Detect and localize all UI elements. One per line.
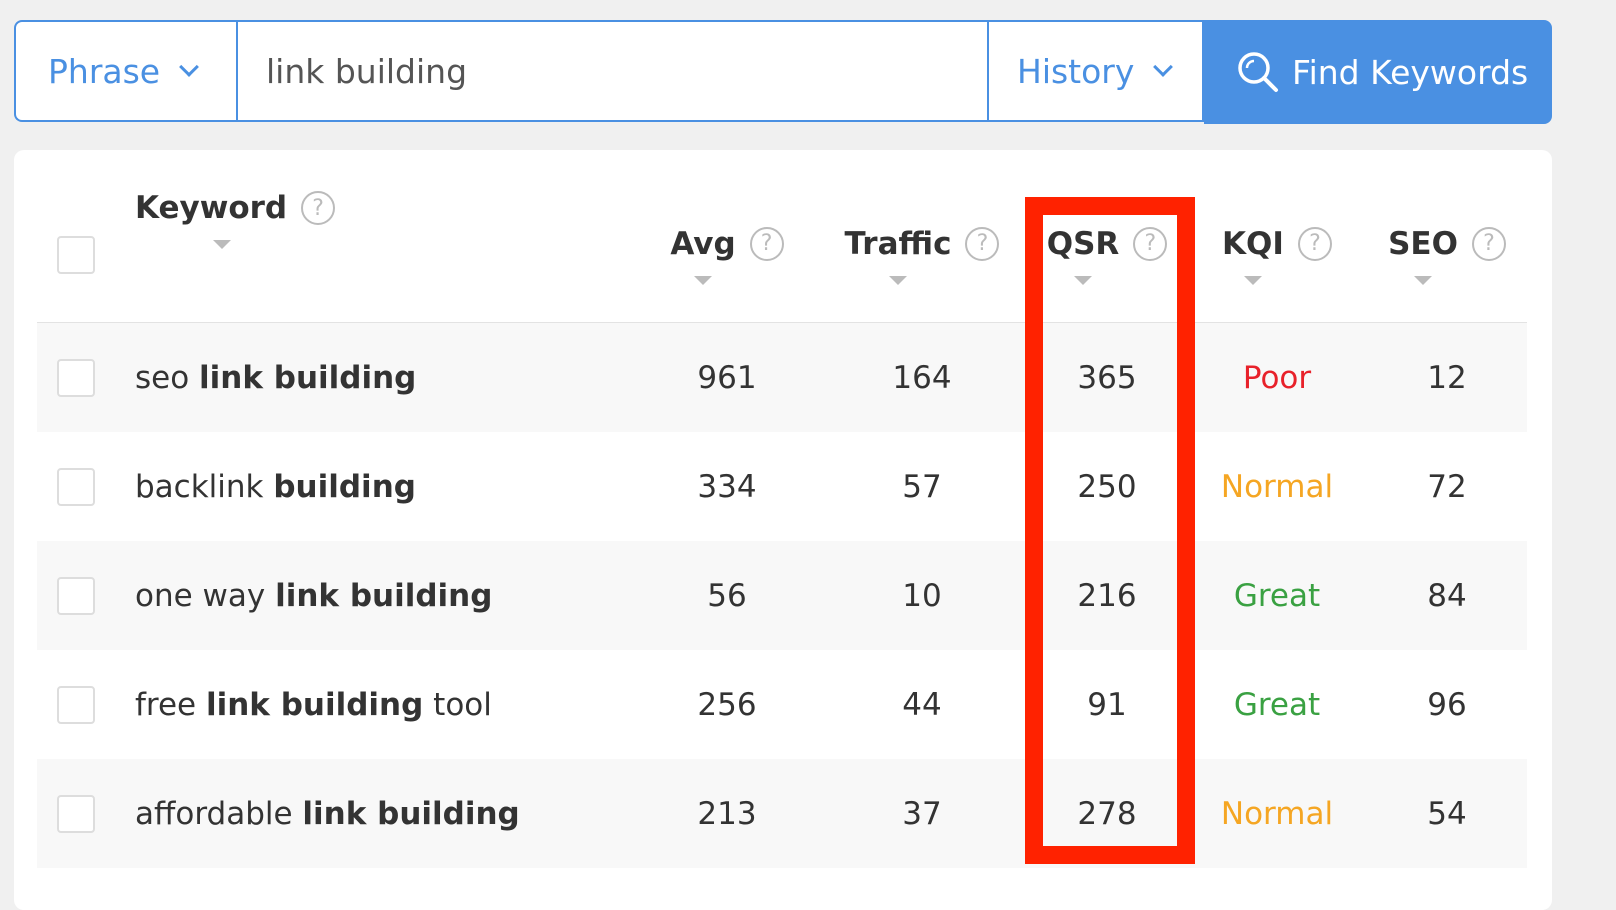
- table-row[interactable]: backlink building 334 57 250 Normal 72: [37, 432, 1527, 541]
- row-checkbox[interactable]: [57, 576, 95, 615]
- header-keyword-label: Keyword: [135, 190, 288, 226]
- help-icon[interactable]: ?: [1297, 226, 1332, 261]
- row-checkbox[interactable]: [57, 358, 95, 397]
- keyword-cell[interactable]: backlink building: [135, 432, 416, 541]
- kqi-cell: Normal: [1220, 468, 1334, 505]
- table-row[interactable]: seo link building 961 164 365 Poor 12: [37, 323, 1527, 432]
- history-label: History: [1017, 51, 1135, 91]
- kqi-cell: Great: [1233, 686, 1321, 723]
- keyword-match: link building: [275, 577, 493, 614]
- keyword-cell[interactable]: seo link building: [135, 323, 416, 432]
- header-keyword[interactable]: Keyword?: [135, 190, 336, 320]
- sort-icon[interactable]: [213, 240, 231, 249]
- keyword-cell[interactable]: one way link building: [135, 541, 492, 650]
- mode-label: Phrase: [48, 51, 161, 91]
- avg-cell: 56: [707, 577, 747, 614]
- sort-icon[interactable]: [1414, 275, 1432, 285]
- search-icon: [1238, 52, 1278, 92]
- avg-cell: 334: [697, 468, 757, 505]
- keyword-cell[interactable]: affordable link building: [135, 759, 520, 868]
- results-table: Keyword? Avg? Traffic? QSR? KQI? SEO? se…: [14, 150, 1552, 910]
- search-bar: Phrase History Find Keywords: [14, 20, 1552, 124]
- table-row[interactable]: free link building tool 256 44 91 Great …: [37, 650, 1527, 759]
- keyword-suffix: tool: [423, 686, 492, 723]
- table-row[interactable]: affordable link building 213 37 278 Norm…: [37, 759, 1527, 868]
- header-traffic[interactable]: Traffic?: [845, 190, 1000, 320]
- header-seo[interactable]: SEO?: [1377, 190, 1517, 320]
- keyword-prefix: seo: [135, 359, 200, 396]
- avg-cell: 256: [697, 686, 757, 723]
- qsr-highlight-box: [1025, 197, 1195, 864]
- traffic-cell: 37: [902, 795, 942, 832]
- row-checkbox[interactable]: [57, 794, 95, 833]
- help-icon[interactable]: ?: [301, 191, 336, 225]
- seo-cell: 12: [1427, 359, 1467, 396]
- keyword-match: link building: [205, 686, 424, 723]
- traffic-cell: 44: [902, 686, 942, 723]
- mode-dropdown[interactable]: Phrase: [14, 20, 236, 122]
- traffic-cell: 57: [902, 468, 942, 505]
- header-avg-label: Avg: [670, 225, 736, 262]
- chevron-down-icon: [179, 57, 200, 77]
- keyword-prefix: affordable: [135, 795, 303, 832]
- header-kqi-label: KQI: [1222, 225, 1284, 262]
- row-checkbox[interactable]: [57, 685, 95, 724]
- header-traffic-label: Traffic: [844, 225, 952, 262]
- seo-cell: 96: [1427, 686, 1467, 723]
- find-keywords-button[interactable]: Find Keywords: [1204, 20, 1552, 124]
- seo-cell: 84: [1427, 577, 1467, 614]
- table-row[interactable]: one way link building 56 10 216 Great 84: [37, 541, 1527, 650]
- keyword-match: link building: [199, 359, 417, 396]
- seo-cell: 54: [1427, 795, 1467, 832]
- keyword-prefix: free: [135, 686, 206, 723]
- sort-icon[interactable]: [1244, 275, 1262, 285]
- history-dropdown[interactable]: History: [989, 20, 1204, 122]
- help-icon[interactable]: ?: [1471, 226, 1506, 261]
- avg-cell: 213: [697, 795, 757, 832]
- sort-icon[interactable]: [889, 275, 907, 285]
- header-avg[interactable]: Avg?: [657, 190, 797, 320]
- keyword-search-input[interactable]: [236, 20, 989, 122]
- header-kqi[interactable]: KQI?: [1207, 190, 1347, 320]
- row-checkbox[interactable]: [57, 467, 95, 506]
- traffic-cell: 164: [892, 359, 952, 396]
- keyword-match: building: [273, 468, 416, 505]
- keyword-cell[interactable]: free link building tool: [135, 650, 492, 759]
- keyword-prefix: one way: [135, 577, 276, 614]
- keyword-match: link building: [302, 795, 520, 832]
- table-header: Keyword? Avg? Traffic? QSR? KQI? SEO?: [37, 190, 1527, 320]
- header-seo-label: SEO: [1388, 225, 1458, 262]
- keyword-prefix: backlink: [135, 468, 274, 505]
- find-keywords-label: Find Keywords: [1292, 52, 1529, 92]
- help-icon[interactable]: ?: [965, 226, 1000, 261]
- chevron-down-icon: [1153, 57, 1174, 77]
- help-icon[interactable]: ?: [749, 226, 784, 261]
- traffic-cell: 10: [902, 577, 942, 614]
- sort-icon[interactable]: [694, 275, 712, 285]
- kqi-cell: Great: [1233, 577, 1321, 614]
- kqi-cell: Poor: [1242, 359, 1312, 396]
- avg-cell: 961: [697, 359, 757, 396]
- select-all-checkbox[interactable]: [57, 236, 95, 274]
- seo-cell: 72: [1427, 468, 1467, 505]
- kqi-cell: Normal: [1220, 795, 1334, 832]
